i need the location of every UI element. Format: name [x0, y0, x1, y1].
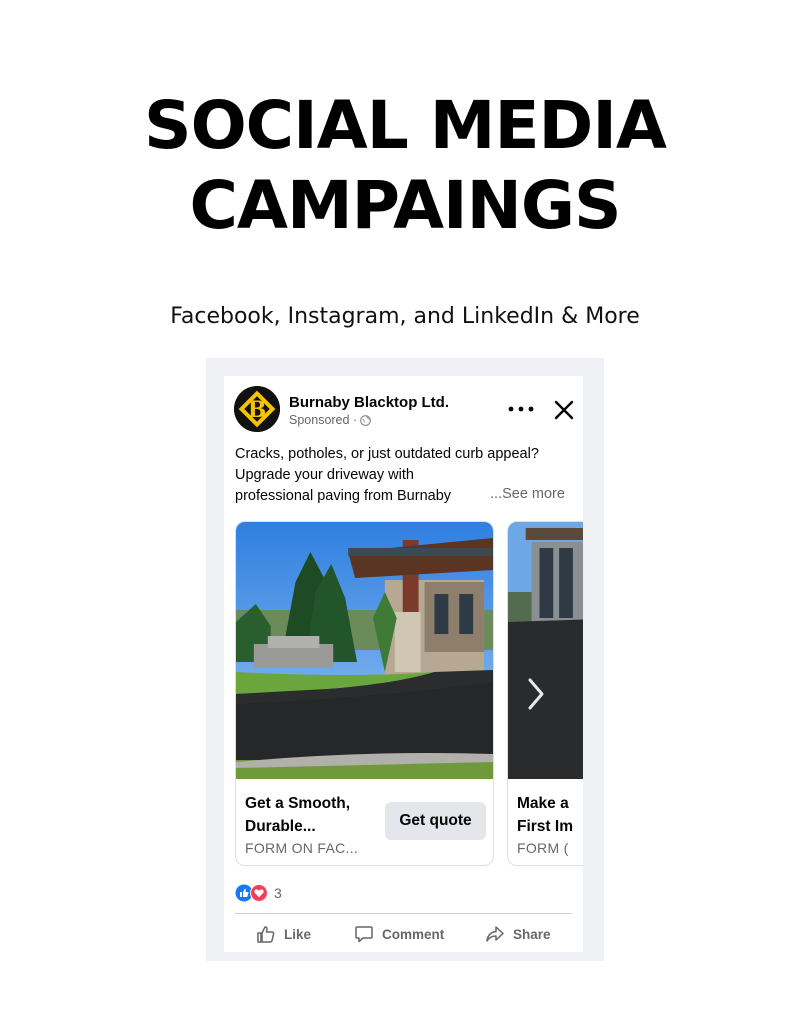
card-1-subtitle: FORM ON FAC... — [245, 840, 359, 856]
reaction-count: 3 — [274, 885, 282, 901]
carousel-card-1[interactable]: Get a Smooth, Durable... FORM ON FAC... … — [235, 521, 494, 866]
page-name-link[interactable]: Burnaby Blacktop Ltd. — [289, 394, 449, 411]
more-dots-icon — [508, 406, 534, 412]
title-line-1: SOCIAL MEDIA — [144, 87, 667, 164]
get-quote-button[interactable]: Get quote — [385, 802, 486, 840]
page-title: SOCIAL MEDIA CAMPAINGS — [0, 86, 810, 246]
sponsored-label: Sponsored · — [289, 413, 372, 427]
actions-divider — [235, 913, 572, 914]
comment-icon — [355, 926, 373, 943]
card-1-image — [236, 522, 493, 779]
comment-button[interactable]: Comment — [354, 922, 444, 946]
avatar-letter: B — [248, 397, 267, 423]
see-more-link[interactable]: ...See more — [490, 486, 565, 502]
globe-icon — [360, 414, 372, 426]
carousel-next-arrow[interactable] — [524, 676, 548, 712]
ad-text-line-1: Cracks, potholes, or just outdated curb … — [235, 446, 539, 462]
comment-label: Comment — [382, 926, 445, 942]
card-2-subtitle: FORM ( — [517, 840, 569, 856]
ad-text-line-2: Upgrade your driveway with — [235, 467, 414, 483]
sponsored-text: Sponsored · — [289, 413, 358, 427]
card-1-headline: Get a Smooth, Durable... — [245, 792, 385, 838]
chevron-right-icon — [528, 678, 544, 710]
card-2-headline-line-1: Make a — [517, 795, 569, 812]
card-2-image — [508, 522, 583, 779]
like-button[interactable]: Like — [256, 922, 311, 946]
title-line-2: CAMPAINGS — [189, 167, 621, 244]
reactions-summary[interactable]: 3 — [235, 884, 282, 902]
close-button[interactable] — [550, 396, 578, 424]
thumbs-up-icon — [257, 926, 275, 943]
burnaby-blacktop-logo-icon: B — [234, 386, 280, 432]
close-icon — [554, 400, 574, 420]
card-1-headline-line-1: Get a Smooth, — [245, 795, 351, 812]
page-avatar[interactable]: B — [234, 386, 280, 432]
page-subtitle: Facebook, Instagram, and LinkedIn & More — [170, 304, 640, 329]
love-reaction-icon — [250, 884, 268, 902]
like-label: Like — [284, 926, 312, 942]
share-arrow-icon — [486, 926, 504, 942]
card-2-headline: Make a First Im — [517, 792, 583, 838]
card-1-headline-line-2: Durable... — [245, 818, 316, 835]
more-options-button[interactable] — [507, 399, 535, 419]
share-label: Share — [513, 926, 551, 942]
facebook-ad-post: B Burnaby Blacktop Ltd. Sponsored · Crac… — [224, 376, 583, 952]
card-2-headline-line-2: First Im — [517, 818, 573, 835]
share-button[interactable]: Share — [485, 922, 551, 946]
